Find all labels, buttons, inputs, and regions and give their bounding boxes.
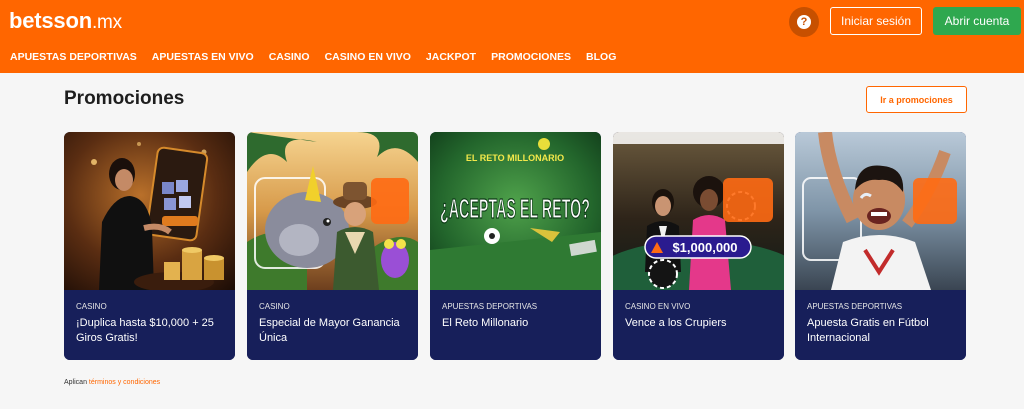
promo-caption: CASINO EN VIVO Vence a los Crupiers [613, 290, 784, 360]
promo-card-vence-crupiers[interactable]: $1,000,000 CASINO EN VIVO Vence a los Cr… [613, 132, 784, 360]
promo-image-reto-millonario: EL RETO MILLONARIO ¿ACEPTAS EL RETO? [430, 132, 601, 290]
main-nav: APUESTAS DEPORTIVAS APUESTAS EN VIVO CAS… [10, 51, 631, 63]
promo-card-futbol-internacional[interactable]: APUESTAS DEPORTIVAS Apuesta Gratis en Fú… [795, 132, 966, 360]
promo-title: El Reto Millonario [442, 317, 529, 329]
nav-item-promociones[interactable]: PROMOCIONES [491, 51, 571, 63]
terms-link[interactable]: términos y condiciones [89, 379, 160, 386]
promo-title: Apuesta Gratis en Fútbol Internacional [807, 317, 929, 344]
go-to-promotions-button[interactable]: Ir a promociones [866, 86, 967, 113]
promo-card-duplica[interactable]: CASINO ¡Duplica hasta $10,000 + 25 Giros… [64, 132, 235, 360]
promo-category: CASINO EN VIVO [625, 302, 691, 311]
art-headline: ¿ACEPTAS EL RETO? [440, 193, 590, 224]
promo-title: ¡Duplica hasta $10,000 + 25 Giros Gratis… [76, 317, 214, 344]
terms-prefix: Aplican [64, 379, 87, 386]
promo-image-casino-woman [64, 132, 235, 290]
promo-category: APUESTAS DEPORTIVAS [442, 302, 538, 311]
promo-title: Especial de Mayor Ganancia Única [259, 317, 400, 344]
promo-category: CASINO [259, 302, 290, 311]
promo-card-mayor-ganancia[interactable]: CASINO Especial de Mayor Ganancia Única [247, 132, 418, 360]
promo-category: APUESTAS DEPORTIVAS [807, 302, 903, 311]
promo-image-live-dealers: $1,000,000 [613, 132, 784, 290]
promo-image-rhino-explorer [247, 132, 418, 290]
logo-text: betsson [9, 8, 92, 33]
help-button[interactable]: ? [789, 7, 819, 37]
promo-caption: CASINO Especial de Mayor Ganancia Única [247, 290, 418, 360]
nav-item-casino-en-vivo[interactable]: CASINO EN VIVO [325, 51, 411, 63]
signup-button[interactable]: Abrir cuenta [933, 7, 1021, 35]
promo-title: Vence a los Crupiers [625, 317, 727, 329]
nav-item-blog[interactable]: BLOG [586, 51, 616, 63]
nav-item-apuestas-deportivas[interactable]: APUESTAS DEPORTIVAS [10, 51, 137, 63]
terms-footnote: Aplican términos y condiciones [64, 379, 160, 386]
promo-caption: APUESTAS DEPORTIVAS El Reto Millonario [430, 290, 601, 360]
promo-caption: APUESTAS DEPORTIVAS Apuesta Gratis en Fú… [795, 290, 966, 360]
promo-category: CASINO [76, 302, 107, 311]
nav-item-casino[interactable]: CASINO [269, 51, 310, 63]
promo-card-reto-millonario[interactable]: EL RETO MILLONARIO ¿ACEPTAS EL RETO? APU… [430, 132, 601, 360]
promo-image-football-fan [795, 132, 966, 290]
nav-item-jackpot[interactable]: JACKPOT [426, 51, 476, 63]
nav-item-apuestas-en-vivo[interactable]: APUESTAS EN VIVO [152, 51, 254, 63]
art-kicker: EL RETO MILLONARIO [466, 153, 564, 163]
page-title: Promociones [64, 88, 185, 109]
question-icon: ? [797, 15, 811, 29]
art-amount: $1,000,000 [672, 240, 737, 255]
promo-caption: CASINO ¡Duplica hasta $10,000 + 25 Giros… [64, 290, 235, 360]
login-button[interactable]: Iniciar sesión [830, 7, 922, 35]
logo-tld: .mx [91, 12, 122, 33]
top-bar: betsson.mx ? Iniciar sesión Abrir cuenta… [0, 0, 1024, 73]
betsson-logo[interactable]: betsson.mx [9, 9, 122, 35]
